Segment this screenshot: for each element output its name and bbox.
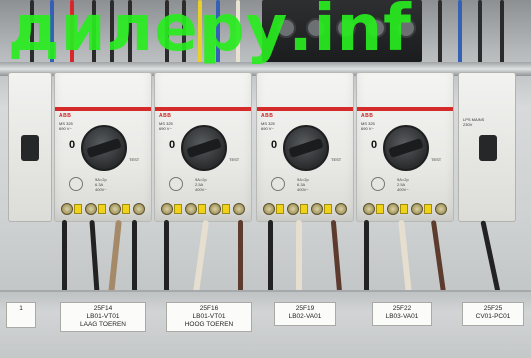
lower-cable (296, 220, 302, 294)
left-mcb (8, 72, 52, 222)
circuit-label: 25F16 LB01-VT01 HOOG TOEREN (166, 302, 252, 332)
mcb-lever (21, 135, 39, 161)
circuit-label-line: LB02-VA01 (288, 313, 322, 320)
breaker-zero-mark: 0 (271, 139, 278, 151)
top-wire (458, 0, 462, 70)
breaker-spec: 9A=2p 2.5A 400V~ (195, 177, 207, 192)
breaker-zero-mark: 0 (69, 139, 76, 151)
top-wire (500, 0, 504, 70)
circuit-label-line: HOOG TOEREN (184, 321, 234, 328)
circuit-label: 25F14 LB01-VT01 LAAG TOEREN (60, 302, 146, 332)
rotary-knob (81, 125, 127, 171)
breaker-model: MS 325 690 V~ (59, 121, 73, 131)
watermark-text: дилеру.inf (8, 0, 412, 66)
circuit-label-line: 25F25 (483, 305, 503, 312)
breaker-spec: 9A=2p 2.5A 400V~ (397, 177, 409, 192)
lower-cable (238, 220, 243, 294)
breaker-test-label: TEST (331, 157, 342, 162)
rotary-knob (181, 125, 227, 171)
breaker-zero-mark: 0 (169, 139, 176, 151)
breaker-brand: ABB (159, 113, 172, 119)
lower-cable (330, 219, 343, 295)
circuit-label-line: LAAG TOEREN (80, 321, 126, 328)
lower-cable (108, 219, 122, 295)
lower-cable (364, 220, 369, 294)
lower-cable (192, 219, 210, 295)
circuit-label-line: 25F22 (392, 305, 412, 312)
lower-cable (398, 219, 412, 295)
rotary-knob (283, 125, 329, 171)
circuit-label-line: 25F19 (295, 305, 315, 312)
lower-cable (480, 220, 501, 294)
lower-cable (89, 219, 100, 295)
motor-breaker-2: ABB MS 325 690 V~ 0 TEST 9A=2p 2.5A 400V… (154, 72, 252, 222)
current-dial (69, 177, 83, 191)
current-dial (371, 177, 385, 191)
breaker-spec: 9A=2p 6.3A 400V~ (297, 177, 309, 192)
breaker-brand: ABB (59, 113, 72, 119)
breaker-brand: ABB (361, 113, 374, 119)
rotary-knob (383, 125, 429, 171)
current-dial (169, 177, 183, 191)
circuit-label: 25F22 LB03-VA01 (372, 302, 432, 326)
top-wire (438, 0, 442, 70)
breaker-test-label: TEST (431, 157, 442, 162)
circuit-label: 25F25 CV01-PC01 (462, 302, 524, 326)
circuit-label: 1 (6, 302, 36, 328)
lower-cable (132, 220, 137, 294)
lower-cable (164, 220, 169, 294)
circuit-label: 25F19 LB02-VA01 (274, 302, 336, 326)
breaker-zero-mark: 0 (371, 139, 378, 151)
circuit-label-line: LB01-VT01 (192, 313, 226, 320)
breaker-brand: ABB (261, 113, 274, 119)
right-mcb: LPS MAINS 230V (458, 72, 516, 222)
motor-breaker-4: ABB MS 325 690 V~ 0 TEST 9A=2p 2.5A 400V… (356, 72, 454, 222)
lower-cable (268, 220, 273, 294)
breaker-model: MS 325 690 V~ (261, 121, 275, 131)
breaker-spec: 9A=2p 6.3A 400V~ (95, 177, 107, 192)
circuit-label-line: 25F14 (93, 305, 113, 312)
breaker-model: MS 325 690 V~ (361, 121, 375, 131)
circuit-label-line: LB03-VA01 (385, 313, 419, 320)
photo-scene: ABB MS 325 690 V~ 0 TEST 9A=2p 6.3A 400V… (0, 0, 531, 358)
breaker-test-label: TEST (129, 157, 140, 162)
breaker-model: MS 325 690 V~ (159, 121, 173, 131)
motor-breaker-3: ABB MS 325 690 V~ 0 TEST 9A=2p 6.3A 400V… (256, 72, 354, 222)
lower-cable (430, 220, 447, 294)
motor-breaker-1: ABB MS 325 690 V~ 0 TEST 9A=2p 6.3A 400V… (54, 72, 152, 222)
mcb-label: LPS MAINS 230V (463, 117, 485, 127)
circuit-label-line: 1 (19, 305, 23, 312)
circuit-label-line: LB01-VT01 (86, 313, 120, 320)
circuit-label-line: CV01-PC01 (475, 313, 511, 320)
breaker-test-label: TEST (229, 157, 240, 162)
circuit-label-line: 25F16 (199, 305, 219, 312)
top-wire (478, 0, 482, 70)
lower-cable (62, 220, 67, 294)
current-dial (271, 177, 285, 191)
